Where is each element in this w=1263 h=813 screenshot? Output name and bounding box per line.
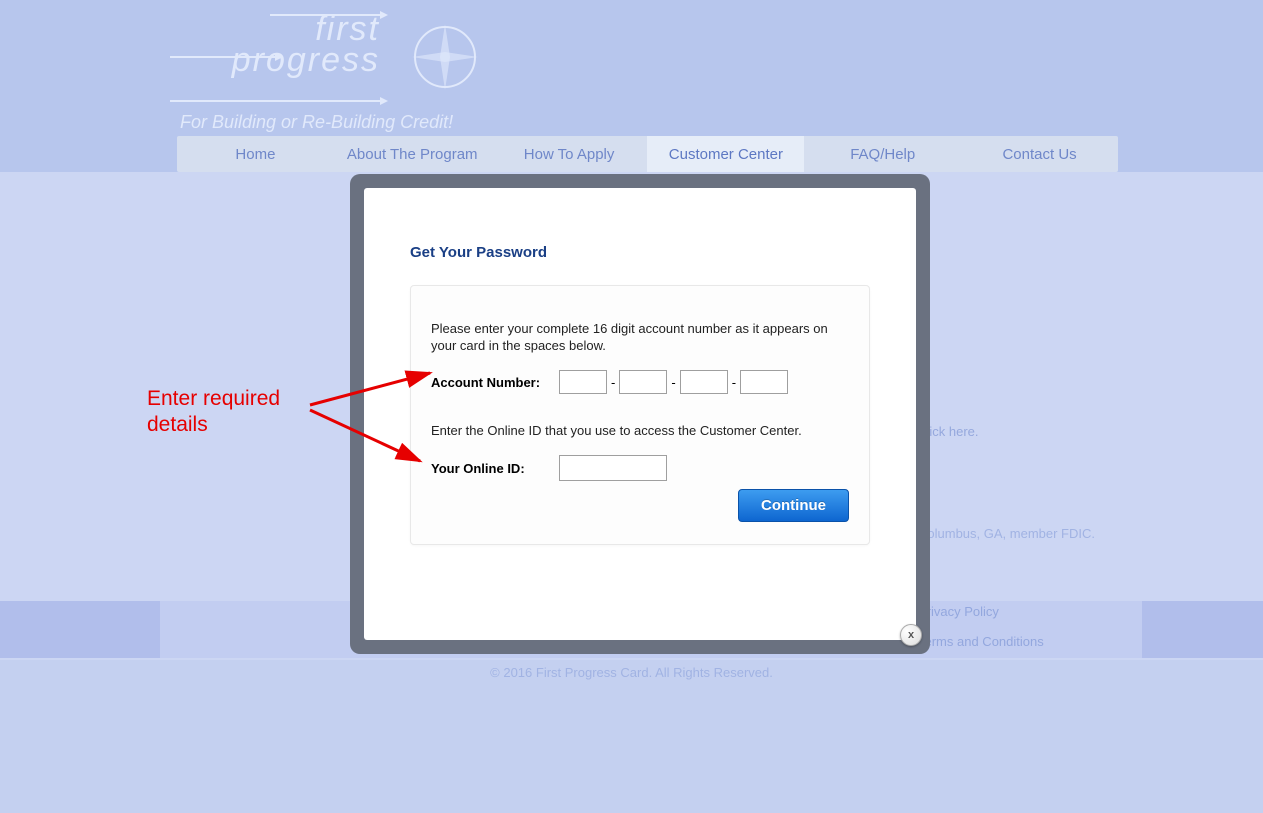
account-number-part-2[interactable] — [619, 370, 667, 394]
account-number-part-4[interactable] — [740, 370, 788, 394]
nav-how-to-apply[interactable]: How To Apply — [491, 136, 648, 172]
get-password-modal: Get Your Password Please enter your comp… — [364, 188, 916, 640]
continue-button[interactable]: Continue — [738, 489, 849, 522]
brand-tagline: For Building or Re-Building Credit! — [180, 112, 453, 133]
modal-frame: Get Your Password Please enter your comp… — [350, 174, 930, 654]
footer-terms-link[interactable]: Terms and Conditions — [918, 632, 1044, 652]
main-nav: Home About The Program How To Apply Cust… — [177, 136, 1118, 172]
compass-icon — [410, 22, 480, 92]
nav-contact[interactable]: Contact Us — [961, 136, 1118, 172]
account-number-row: Account Number: - - - — [431, 370, 849, 394]
modal-title: Get Your Password — [410, 244, 870, 261]
footer-edge-right — [1142, 601, 1263, 658]
close-icon[interactable]: x — [900, 624, 922, 646]
footer-privacy-link[interactable]: Privacy Policy — [918, 602, 1044, 622]
nav-customer-center[interactable]: Customer Center — [647, 136, 804, 172]
footer-edge-left — [0, 601, 160, 658]
account-number-label: Account Number: — [431, 375, 559, 390]
nav-faq[interactable]: FAQ/Help — [804, 136, 961, 172]
online-id-row: Your Online ID: — [431, 455, 849, 481]
online-id-input[interactable] — [559, 455, 667, 481]
form-box: Please enter your complete 16 digit acco… — [410, 285, 870, 545]
nav-home[interactable]: Home — [177, 136, 334, 172]
issuer-text: Columbus, GA, member FDIC. — [918, 526, 1095, 541]
nav-about[interactable]: About The Program — [334, 136, 491, 172]
account-instruction: Please enter your complete 16 digit acco… — [431, 320, 849, 354]
online-id-instruction: Enter the Online ID that you use to acce… — [431, 422, 849, 439]
account-number-part-1[interactable] — [559, 370, 607, 394]
separator: - — [611, 375, 615, 390]
account-number-part-3[interactable] — [680, 370, 728, 394]
separator: - — [732, 375, 736, 390]
separator: - — [671, 375, 675, 390]
footer-links: Privacy Policy Terms and Conditions — [918, 602, 1044, 652]
brand-logo: first progress — [180, 10, 380, 80]
annotation-text: Enter required details — [147, 386, 280, 438]
online-id-label: Your Online ID: — [431, 461, 559, 476]
footer-copyright: © 2016 First Progress Card. All Rights R… — [0, 665, 1263, 680]
